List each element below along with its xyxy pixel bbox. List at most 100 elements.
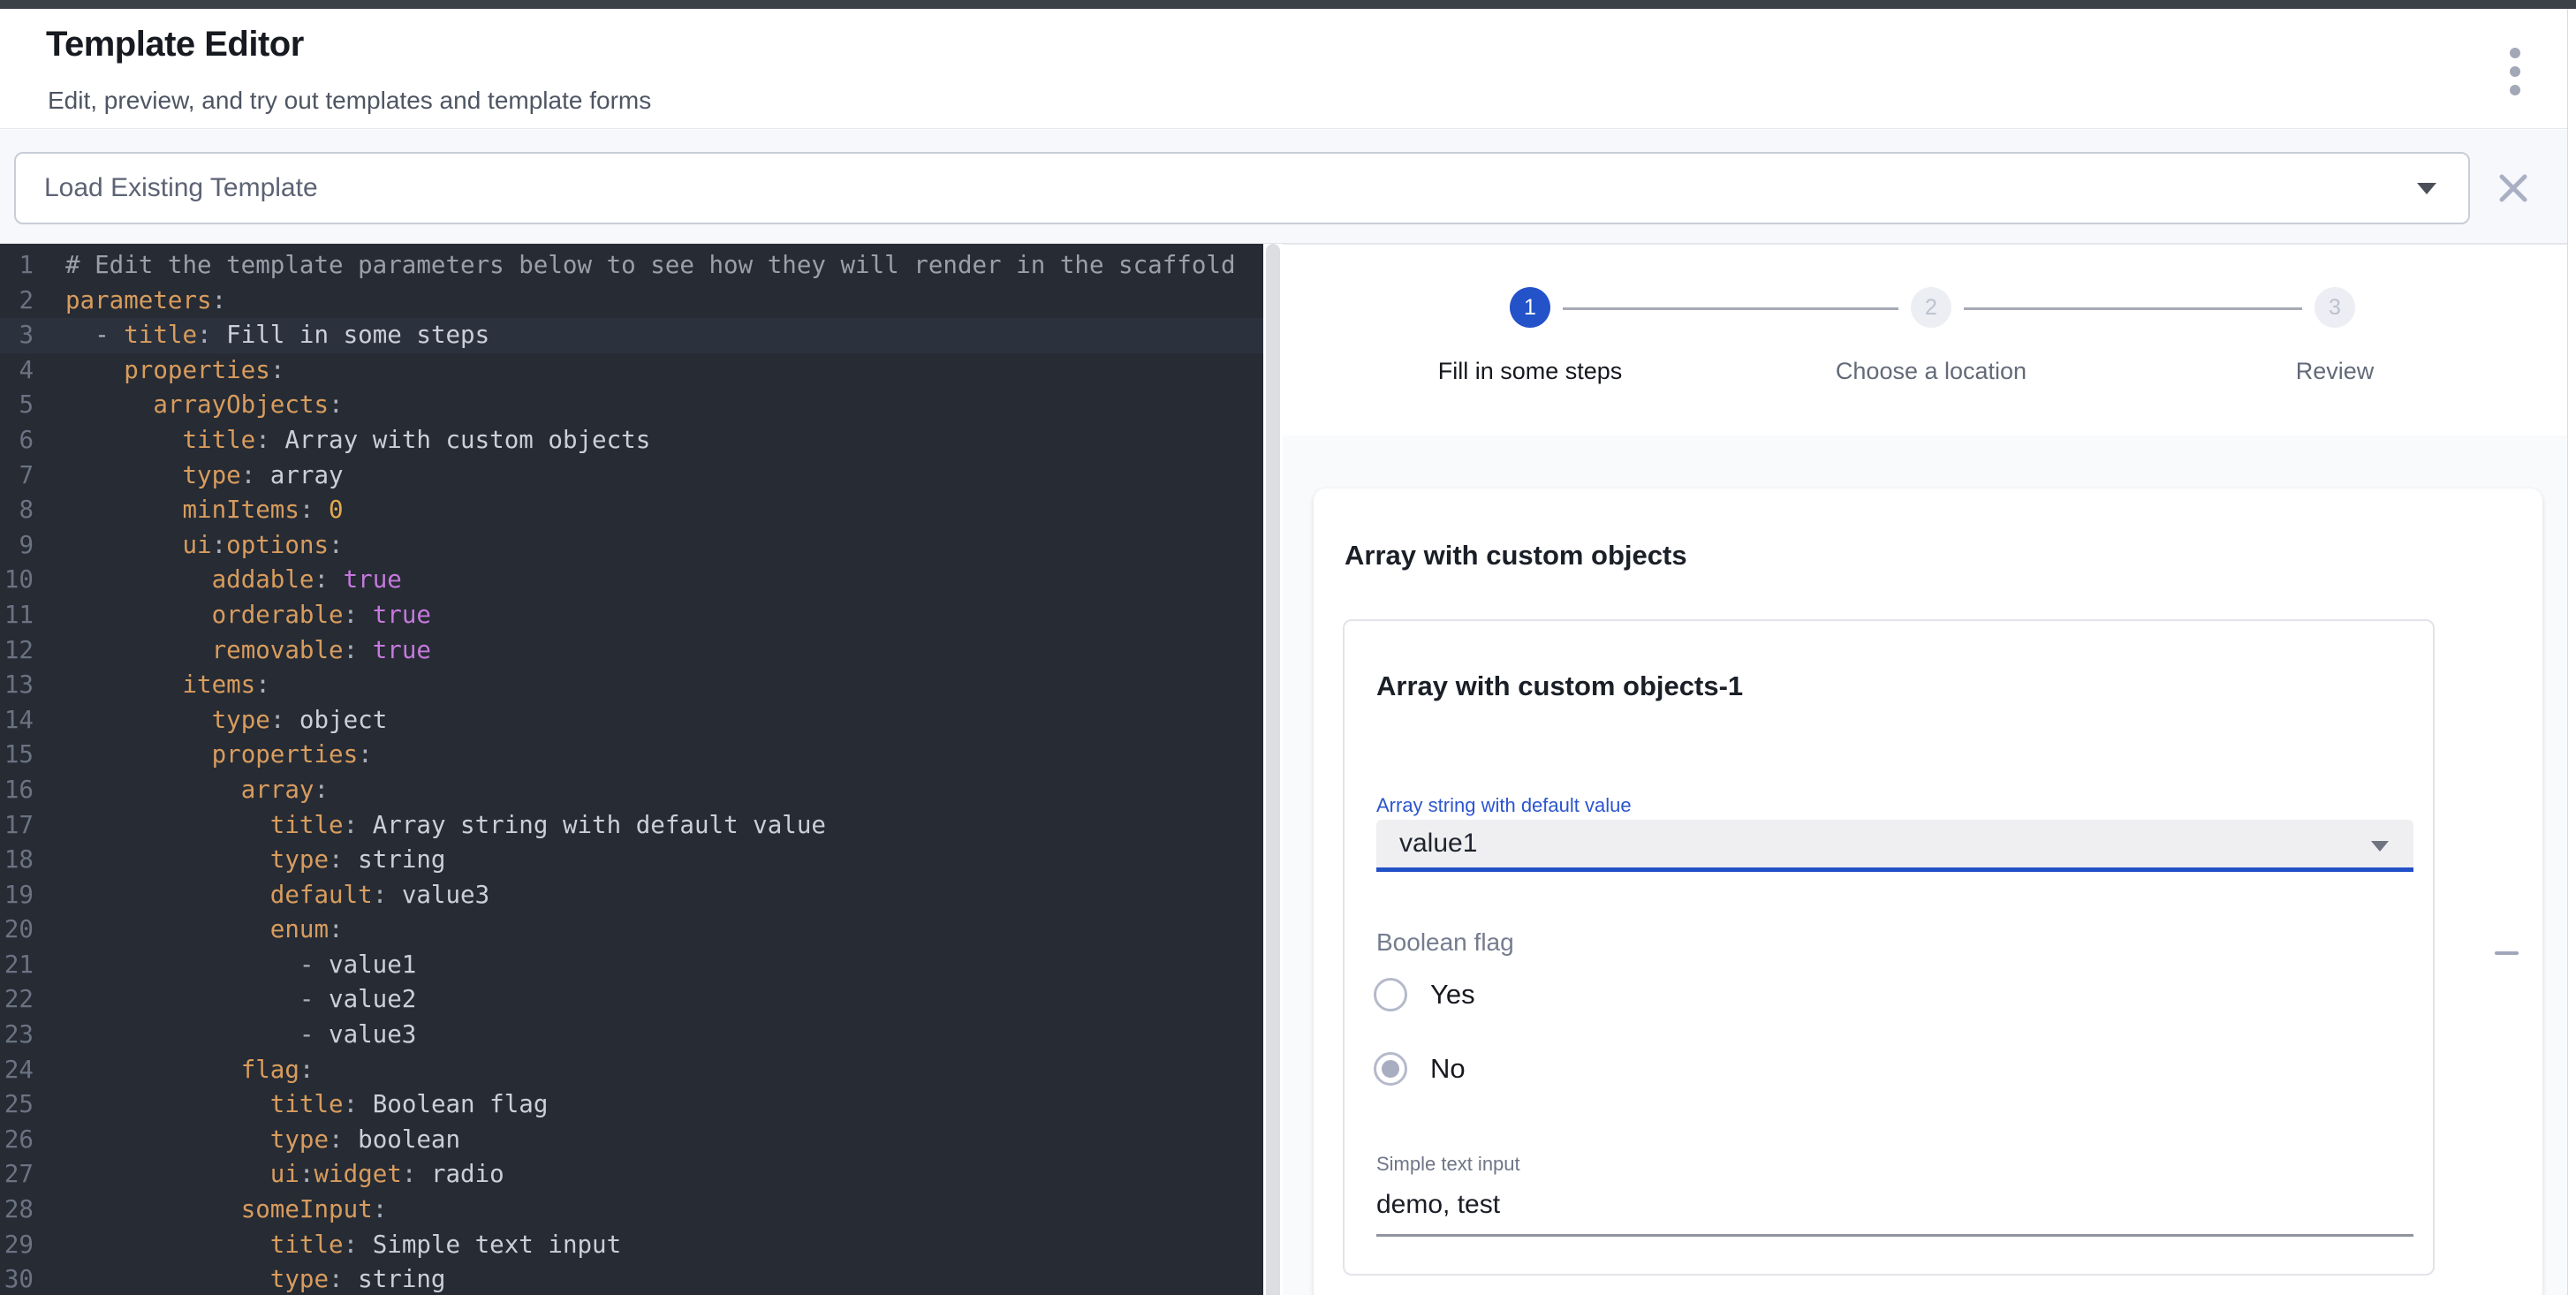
line-number: 21 (0, 948, 34, 983)
line-number: 6 (0, 423, 34, 458)
line-number: 4 (0, 353, 34, 389)
code-line[interactable]: 1# Edit the template parameters below to… (0, 248, 1263, 284)
line-number: 13 (0, 668, 34, 703)
code-lines: 1# Edit the template parameters below to… (0, 248, 1263, 1295)
step-circle-1: 1 (1510, 287, 1550, 328)
radio-option-no[interactable]: No (1374, 1052, 1466, 1086)
kebab-menu-icon[interactable] (2503, 48, 2527, 106)
radio-label-yes: Yes (1430, 979, 1475, 1011)
line-number: 22 (0, 982, 34, 1018)
code-line[interactable]: 11 orderable: true (0, 598, 1263, 633)
line-number: 28 (0, 1193, 34, 1228)
code-line[interactable]: 4 properties: (0, 353, 1263, 389)
code-line[interactable]: 15 properties: (0, 738, 1263, 773)
code-line[interactable]: 3 - title: Fill in some steps (0, 318, 1263, 353)
simple-text-input[interactable]: demo, test (1376, 1190, 1500, 1220)
line-number: 20 (0, 913, 34, 948)
radio-option-yes[interactable]: Yes (1374, 978, 1475, 1011)
code-line[interactable]: 26 type: boolean (0, 1123, 1263, 1158)
clear-template-button[interactable] (2495, 170, 2532, 207)
line-number: 10 (0, 563, 34, 598)
code-line[interactable]: 9 ui:options: (0, 528, 1263, 564)
editor-scrollbar-thumb[interactable] (1266, 244, 1280, 1295)
step-number: 1 (1524, 295, 1536, 321)
radio-button-unchecked[interactable] (1374, 978, 1407, 1011)
line-number: 8 (0, 493, 34, 528)
line-number: 11 (0, 598, 34, 633)
step-number: 2 (1925, 295, 1937, 321)
editor-scrollbar[interactable] (1263, 244, 1283, 1295)
page-header: Template Editor Edit, preview, and try o… (0, 9, 2576, 129)
array-string-value: value1 (1399, 829, 1477, 859)
line-number: 12 (0, 633, 34, 669)
wizard-stepper: 1 2 3 Fill in some steps Choose a locati… (1283, 245, 2576, 435)
code-line[interactable]: 23 - value3 (0, 1018, 1263, 1053)
radio-button-checked[interactable] (1374, 1052, 1407, 1086)
code-line[interactable]: 8 minItems: 0 (0, 493, 1263, 528)
boolean-flag-label: Boolean flag (1376, 928, 1514, 957)
line-number: 30 (0, 1262, 34, 1295)
line-number: 7 (0, 458, 34, 494)
code-line[interactable]: 14 type: object (0, 703, 1263, 738)
line-number: 17 (0, 808, 34, 844)
code-line[interactable]: 5 arrayObjects: (0, 388, 1263, 423)
radio-label-no: No (1430, 1053, 1466, 1085)
load-template-placeholder: Load Existing Template (44, 173, 318, 203)
line-number: 1 (0, 248, 34, 284)
close-icon (2495, 170, 2532, 207)
code-line[interactable]: 20 enum: (0, 913, 1263, 948)
line-number: 23 (0, 1018, 34, 1053)
chevron-down-icon (2417, 183, 2436, 194)
step-number: 3 (2329, 295, 2341, 321)
code-line[interactable]: 2parameters: (0, 284, 1263, 319)
page-right-border (2567, 9, 2576, 1295)
code-line[interactable]: 24 flag: (0, 1053, 1263, 1088)
step-circle-3: 3 (2315, 287, 2355, 328)
line-number: 16 (0, 773, 34, 808)
simple-text-input-label: Simple text input (1376, 1153, 1520, 1176)
code-line[interactable]: 7 type: array (0, 458, 1263, 494)
array-item-card: Array with custom objects-1 Array string… (1343, 619, 2435, 1276)
code-line[interactable]: 13 items: (0, 668, 1263, 703)
code-line[interactable]: 17 title: Array string with default valu… (0, 808, 1263, 844)
code-line[interactable]: 29 title: Simple text input (0, 1228, 1263, 1263)
code-line[interactable]: 18 type: string (0, 843, 1263, 878)
line-number: 25 (0, 1087, 34, 1123)
code-line[interactable]: 19 default: value3 (0, 878, 1263, 913)
line-number: 18 (0, 843, 34, 878)
code-line[interactable]: 16 array: (0, 773, 1263, 808)
code-line[interactable]: 12 removable: true (0, 633, 1263, 669)
code-line[interactable]: 25 title: Boolean flag (0, 1087, 1263, 1123)
window-top-strip (0, 0, 2576, 9)
code-line[interactable]: 30 type: string (0, 1262, 1263, 1295)
line-number: 3 (0, 318, 34, 353)
code-line[interactable]: 10 addable: true (0, 563, 1263, 598)
line-number: 26 (0, 1123, 34, 1158)
yaml-code-editor[interactable]: 1# Edit the template parameters below to… (0, 244, 1263, 1295)
line-number: 5 (0, 388, 34, 423)
line-number: 9 (0, 528, 34, 564)
line-number: 2 (0, 284, 34, 319)
line-number: 24 (0, 1053, 34, 1088)
code-line[interactable]: 27 ui:widget: radio (0, 1157, 1263, 1193)
code-line[interactable]: 6 title: Array with custom objects (0, 423, 1263, 458)
array-section-card: Array with custom objects Array with cus… (1314, 488, 2542, 1295)
array-string-select[interactable]: value1 (1376, 820, 2413, 872)
remove-array-item-button[interactable] (2495, 951, 2519, 955)
line-number: 19 (0, 878, 34, 913)
array-string-label: Array string with default value (1376, 794, 1632, 817)
template-editor-page: Template Editor Edit, preview, and try o… (0, 0, 2576, 1295)
page-subtitle: Edit, preview, and try out templates and… (48, 87, 651, 115)
line-number: 27 (0, 1157, 34, 1193)
kebab-dot (2510, 85, 2520, 95)
code-line[interactable]: 28 someInput: (0, 1193, 1263, 1228)
step-circle-2: 2 (1911, 287, 1951, 328)
template-preview-panel: 1 2 3 Fill in some steps Choose a locati… (1283, 244, 2576, 1295)
step-label-choose-a-location: Choose a location (1746, 358, 2117, 385)
line-number: 15 (0, 738, 34, 773)
code-line[interactable]: 22 - value2 (0, 982, 1263, 1018)
load-existing-template-select[interactable]: Load Existing Template (14, 152, 2470, 224)
code-line[interactable]: 21 - value1 (0, 948, 1263, 983)
kebab-dot (2510, 48, 2520, 58)
select-caret-icon (2371, 841, 2389, 852)
